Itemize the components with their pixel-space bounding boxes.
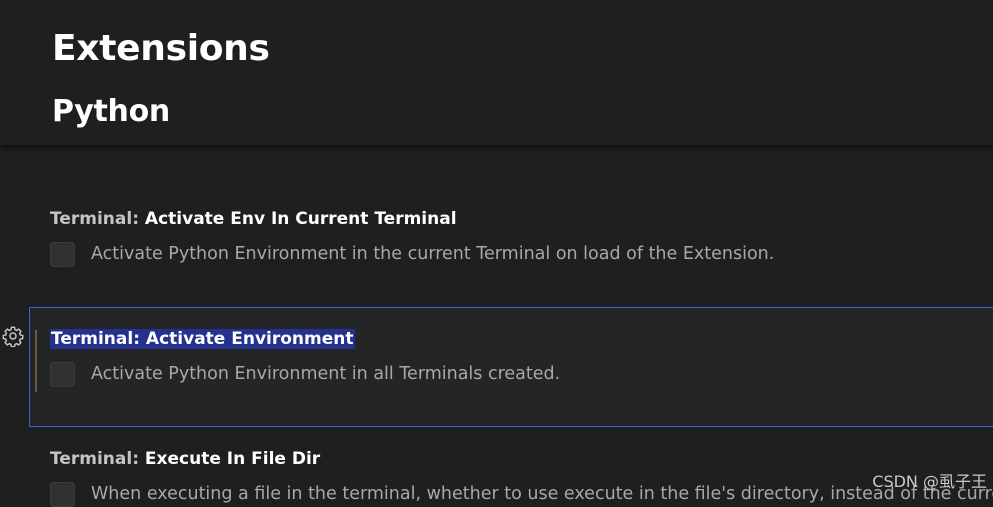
setting-name: Activate Env In Current Terminal [144, 209, 457, 229]
setting-name: Execute In File Dir [144, 449, 321, 469]
gear-icon[interactable] [2, 325, 24, 347]
setting-description: Activate Python Environment in all Termi… [91, 364, 561, 384]
settings-header: Extensions Python [0, 0, 993, 145]
setting-title: Terminal: Activate Env In Current Termin… [50, 208, 457, 230]
setting-description: When executing a file in the terminal, w… [91, 484, 993, 504]
setting-description: Activate Python Environment in the curre… [91, 244, 775, 264]
setting-category: Terminal: [51, 329, 146, 349]
execute-in-file-dir-checkbox[interactable] [50, 482, 75, 507]
section-title: Python [52, 94, 170, 129]
modified-indicator [35, 330, 37, 392]
activate-env-in-current-terminal-checkbox[interactable] [50, 242, 75, 267]
setting-category: Terminal: [50, 209, 145, 229]
text-selection: Terminal: Activate Environment [50, 329, 355, 349]
setting-category: Terminal: [50, 449, 145, 469]
setting-name: Activate Environment [145, 329, 354, 349]
setting-title: Terminal: Execute In File Dir [50, 448, 320, 470]
setting-title: Terminal: Activate Environment [50, 328, 355, 350]
page-title: Extensions [52, 28, 270, 69]
watermark: CSDN @虱子王 [872, 472, 987, 491]
activate-environment-checkbox[interactable] [50, 362, 75, 387]
